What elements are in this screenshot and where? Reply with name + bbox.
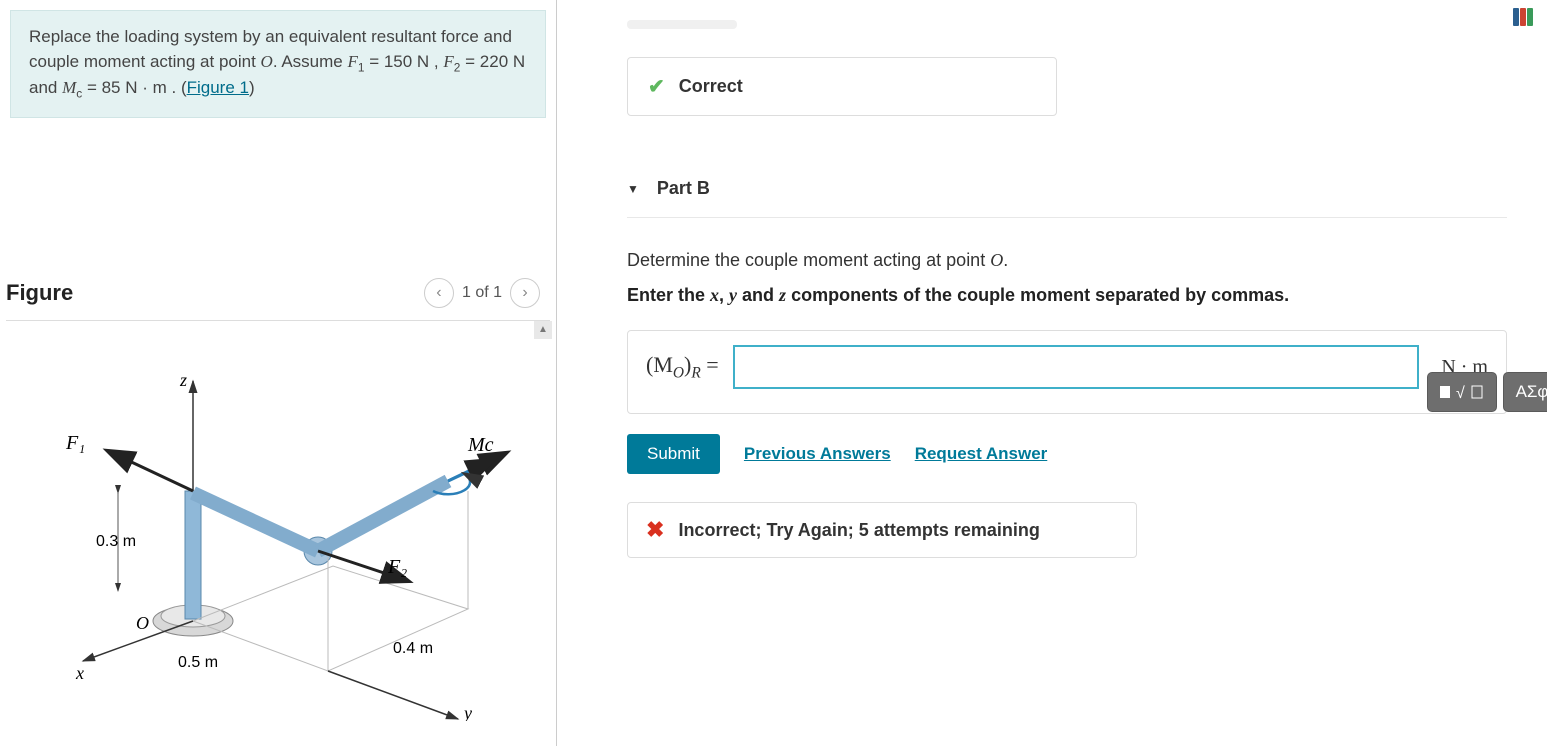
- origin-label: O: [136, 613, 149, 633]
- greek-button[interactable]: ΑΣφ: [1503, 372, 1547, 412]
- previous-answers-link[interactable]: Previous Answers: [744, 444, 891, 464]
- pager-prev-button[interactable]: ‹: [424, 278, 454, 308]
- Mc-label: Mc: [467, 434, 494, 456]
- axis-z-label: z: [179, 370, 187, 390]
- instr2-z: z: [779, 285, 786, 305]
- eq1: = 150 N ,: [364, 52, 443, 71]
- check-icon: ✔: [648, 74, 665, 99]
- incorrect-feedback: ✖ Incorrect; Try Again; 5 attempts remai…: [627, 502, 1137, 558]
- dim-0.5m: 0.5 m: [178, 654, 218, 671]
- svg-text:√: √: [1456, 385, 1465, 402]
- close-paren: ): [249, 78, 255, 97]
- figure-header: Figure ‹ 1 of 1 ›: [0, 278, 556, 308]
- request-answer-link[interactable]: Request Answer: [915, 444, 1048, 464]
- instr2-and: and: [737, 285, 779, 305]
- lhs-M: (M: [646, 352, 673, 377]
- eq3: = 85 N · m . (: [82, 78, 186, 97]
- F2-label: F₂: [387, 556, 407, 578]
- lhs-O: O: [673, 364, 684, 381]
- instr2-c1: ,: [719, 285, 729, 305]
- answer-input[interactable]: [733, 345, 1420, 389]
- dim-0.4m: 0.4 m: [393, 640, 433, 657]
- part-b-header[interactable]: ▼ Part B: [627, 160, 1507, 218]
- scroll-up-button[interactable]: ▲: [534, 321, 552, 339]
- assume-text: . Assume: [273, 52, 348, 71]
- Mc-sym: M: [62, 78, 76, 97]
- figure-area: ▲: [0, 321, 556, 746]
- collapse-icon: ▼: [627, 182, 639, 196]
- instr2-pre: Enter the: [627, 285, 710, 305]
- instr1-post: .: [1003, 250, 1008, 270]
- pager-label: 1 of 1: [462, 284, 502, 302]
- F1-label: F₁: [65, 432, 85, 454]
- axis-y-label: y: [462, 703, 472, 721]
- part-b-title: Part B: [657, 178, 710, 199]
- equation-toolbar: √ ΑΣφ ↓↑ vec ↶ ↷ ↻ ⌨ ?: [1427, 372, 1547, 412]
- left-column: Replace the loading system by an equival…: [0, 0, 557, 746]
- dim-0.3m: 0.3 m: [96, 533, 136, 550]
- right-column: ✔ Correct ▼ Part B Determine the couple …: [557, 0, 1547, 746]
- instr2-x: x: [710, 285, 719, 305]
- figure-link[interactable]: Figure 1: [187, 78, 249, 97]
- problem-statement: Replace the loading system by an equival…: [10, 10, 546, 118]
- point-O: O: [261, 52, 273, 71]
- part-b-instruction-2: Enter the x, y and z components of the c…: [627, 285, 1507, 306]
- F1-sym: F: [347, 52, 357, 71]
- part-a-feedback: ✔ Correct: [627, 57, 1057, 116]
- part-b-instruction-1: Determine the couple moment acting at po…: [627, 250, 1507, 271]
- instr2-post: components of the couple moment separate…: [786, 285, 1289, 305]
- drag-handle[interactable]: [627, 20, 737, 29]
- instr1-pre: Determine the couple moment acting at po…: [627, 250, 990, 270]
- figure-pager: ‹ 1 of 1 ›: [424, 278, 540, 308]
- instr2-y: y: [729, 285, 737, 305]
- lhs-R: R: [691, 364, 700, 381]
- instr1-O: O: [990, 250, 1003, 270]
- figure-svg: z x y O F₁ F₂ Mc 0.3 m 0.5 m 0.4 m: [28, 341, 528, 721]
- correct-label: Correct: [679, 76, 743, 97]
- textbook-icon[interactable]: [1513, 8, 1533, 26]
- pager-next-button[interactable]: ›: [510, 278, 540, 308]
- incorrect-msg: Incorrect; Try Again; 5 attempts remaini…: [678, 520, 1039, 541]
- figure-heading: Figure: [6, 280, 73, 306]
- templates-button[interactable]: √: [1427, 372, 1497, 412]
- lhs-eq: =: [701, 352, 719, 377]
- axis-x-label: x: [75, 663, 84, 683]
- F2-sym: F: [443, 52, 453, 71]
- submit-button[interactable]: Submit: [627, 434, 720, 474]
- action-row: Submit Previous Answers Request Answer: [627, 434, 1507, 474]
- answer-lhs: (MO)R =: [646, 352, 719, 382]
- answer-panel: (MO)R = N · m: [627, 330, 1507, 414]
- x-icon: ✖: [646, 517, 664, 543]
